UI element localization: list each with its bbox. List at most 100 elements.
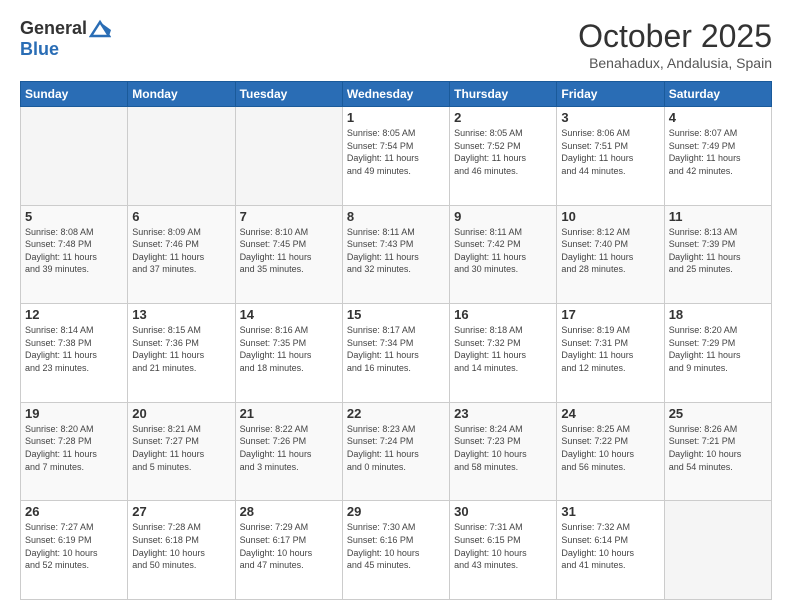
calendar-day-2: 2 Sunrise: 8:05 AM Sunset: 7:52 PM Daylig…	[450, 107, 557, 206]
day-number: 31	[561, 504, 659, 519]
weekday-header-row: SundayMondayTuesdayWednesdayThursdayFrid…	[21, 82, 772, 107]
day-info: Sunrise: 7:31 AM Sunset: 6:15 PM Dayligh…	[454, 521, 552, 571]
calendar-day-25: 25 Sunrise: 8:26 AM Sunset: 7:21 PM Dayli…	[664, 402, 771, 501]
weekday-header-thursday: Thursday	[450, 82, 557, 107]
calendar-day-14: 14Sunrise: 8:16 AM Sunset: 7:35 PM Dayli…	[235, 304, 342, 403]
title-area: October 2025 Benahadux, Andalusia, Spain	[578, 18, 772, 71]
day-number: 4	[669, 110, 767, 125]
day-number: 9	[454, 209, 552, 224]
day-info: Sunrise: 8:08 AM Sunset: 7:48 PM Dayligh…	[25, 226, 123, 276]
calendar-day-5: 5 Sunrise: 8:08 AM Sunset: 7:48 PM Daylig…	[21, 205, 128, 304]
day-info: Sunrise: 8:13 AM Sunset: 7:39 PM Dayligh…	[669, 226, 767, 276]
calendar-table: SundayMondayTuesdayWednesdayThursdayFrid…	[20, 81, 772, 600]
calendar-day-17: 17 Sunrise: 8:19 AM Sunset: 7:31 PM Dayli…	[557, 304, 664, 403]
day-number: 25	[669, 406, 767, 421]
weekday-header-wednesday: Wednesday	[342, 82, 449, 107]
weekday-header-sunday: Sunday	[21, 82, 128, 107]
day-number: 17	[561, 307, 659, 322]
day-number: 2	[454, 110, 552, 125]
day-info: Sunrise: 8:26 AM Sunset: 7:21 PM Dayligh…	[669, 423, 767, 473]
day-info: Sunrise: 8:20 AM Sunset: 7:29 PM Dayligh…	[669, 324, 767, 374]
day-number: 18	[669, 307, 767, 322]
day-info: Sunrise: 8:14 AM Sunset: 7:38 PM Dayligh…	[25, 324, 123, 374]
day-info: Sunrise: 8:06 AM Sunset: 7:51 PM Dayligh…	[561, 127, 659, 177]
day-number: 16	[454, 307, 552, 322]
day-info: Sunrise: 8:05 AM Sunset: 7:52 PM Dayligh…	[454, 127, 552, 177]
calendar-day-23: 23Sunrise: 8:24 AM Sunset: 7:23 PM Dayli…	[450, 402, 557, 501]
day-info: Sunrise: 8:07 AM Sunset: 7:49 PM Dayligh…	[669, 127, 767, 177]
day-number: 7	[240, 209, 338, 224]
day-number: 15	[347, 307, 445, 322]
calendar-day-22: 22Sunrise: 8:23 AM Sunset: 7:24 PM Dayli…	[342, 402, 449, 501]
day-number: 13	[132, 307, 230, 322]
day-info: Sunrise: 8:21 AM Sunset: 7:27 PM Dayligh…	[132, 423, 230, 473]
calendar-week-row: 5 Sunrise: 8:08 AM Sunset: 7:48 PM Daylig…	[21, 205, 772, 304]
day-info: Sunrise: 7:27 AM Sunset: 6:19 PM Dayligh…	[25, 521, 123, 571]
day-info: Sunrise: 8:18 AM Sunset: 7:32 PM Dayligh…	[454, 324, 552, 374]
calendar-day-20: 20 Sunrise: 8:21 AM Sunset: 7:27 PM Dayli…	[128, 402, 235, 501]
calendar-empty	[664, 501, 771, 600]
calendar-day-9: 9Sunrise: 8:11 AM Sunset: 7:42 PM Daylig…	[450, 205, 557, 304]
calendar-day-26: 26 Sunrise: 7:27 AM Sunset: 6:19 PM Dayli…	[21, 501, 128, 600]
day-number: 8	[347, 209, 445, 224]
day-number: 21	[240, 406, 338, 421]
day-info: Sunrise: 8:20 AM Sunset: 7:28 PM Dayligh…	[25, 423, 123, 473]
calendar-day-15: 15 Sunrise: 8:17 AM Sunset: 7:34 PM Dayli…	[342, 304, 449, 403]
calendar-day-24: 24Sunrise: 8:25 AM Sunset: 7:22 PM Dayli…	[557, 402, 664, 501]
calendar-day-30: 30 Sunrise: 7:31 AM Sunset: 6:15 PM Dayli…	[450, 501, 557, 600]
day-number: 11	[669, 209, 767, 224]
calendar-day-27: 27 Sunrise: 7:28 AM Sunset: 6:18 PM Dayli…	[128, 501, 235, 600]
day-info: Sunrise: 8:09 AM Sunset: 7:46 PM Dayligh…	[132, 226, 230, 276]
day-number: 5	[25, 209, 123, 224]
logo-general: General	[20, 19, 87, 39]
calendar-day-12: 12 Sunrise: 8:14 AM Sunset: 7:38 PM Dayli…	[21, 304, 128, 403]
day-info: Sunrise: 8:05 AM Sunset: 7:54 PM Dayligh…	[347, 127, 445, 177]
calendar-day-13: 13 Sunrise: 8:15 AM Sunset: 7:36 PM Dayli…	[128, 304, 235, 403]
calendar-day-6: 6 Sunrise: 8:09 AM Sunset: 7:46 PM Daylig…	[128, 205, 235, 304]
calendar-week-row: 19 Sunrise: 8:20 AM Sunset: 7:28 PM Dayli…	[21, 402, 772, 501]
day-info: Sunrise: 8:17 AM Sunset: 7:34 PM Dayligh…	[347, 324, 445, 374]
day-info: Sunrise: 8:19 AM Sunset: 7:31 PM Dayligh…	[561, 324, 659, 374]
day-number: 30	[454, 504, 552, 519]
day-number: 19	[25, 406, 123, 421]
calendar-day-31: 31 Sunrise: 7:32 AM Sunset: 6:14 PM Dayli…	[557, 501, 664, 600]
day-number: 1	[347, 110, 445, 125]
day-info: Sunrise: 8:22 AM Sunset: 7:26 PM Dayligh…	[240, 423, 338, 473]
calendar-day-18: 18 Sunrise: 8:20 AM Sunset: 7:29 PM Dayli…	[664, 304, 771, 403]
logo-icon	[89, 18, 111, 40]
calendar-day-19: 19 Sunrise: 8:20 AM Sunset: 7:28 PM Dayli…	[21, 402, 128, 501]
day-number: 23	[454, 406, 552, 421]
day-number: 10	[561, 209, 659, 224]
day-info: Sunrise: 8:15 AM Sunset: 7:36 PM Dayligh…	[132, 324, 230, 374]
calendar-day-4: 4 Sunrise: 8:07 AM Sunset: 7:49 PM Daylig…	[664, 107, 771, 206]
day-number: 24	[561, 406, 659, 421]
day-number: 22	[347, 406, 445, 421]
calendar-day-1: 1 Sunrise: 8:05 AM Sunset: 7:54 PM Daylig…	[342, 107, 449, 206]
title-month: October 2025	[578, 18, 772, 55]
day-number: 6	[132, 209, 230, 224]
calendar-day-11: 11 Sunrise: 8:13 AM Sunset: 7:39 PM Dayli…	[664, 205, 771, 304]
day-number: 20	[132, 406, 230, 421]
calendar-day-7: 7 Sunrise: 8:10 AM Sunset: 7:45 PM Daylig…	[235, 205, 342, 304]
day-number: 28	[240, 504, 338, 519]
day-number: 12	[25, 307, 123, 322]
calendar-day-29: 29Sunrise: 7:30 AM Sunset: 6:16 PM Dayli…	[342, 501, 449, 600]
day-info: Sunrise: 8:10 AM Sunset: 7:45 PM Dayligh…	[240, 226, 338, 276]
calendar-week-row: 26 Sunrise: 7:27 AM Sunset: 6:19 PM Dayli…	[21, 501, 772, 600]
day-info: Sunrise: 7:30 AM Sunset: 6:16 PM Dayligh…	[347, 521, 445, 571]
calendar-day-16: 16 Sunrise: 8:18 AM Sunset: 7:32 PM Dayli…	[450, 304, 557, 403]
title-location: Benahadux, Andalusia, Spain	[578, 55, 772, 71]
day-info: Sunrise: 7:32 AM Sunset: 6:14 PM Dayligh…	[561, 521, 659, 571]
day-info: Sunrise: 8:11 AM Sunset: 7:43 PM Dayligh…	[347, 226, 445, 276]
day-number: 27	[132, 504, 230, 519]
weekday-header-tuesday: Tuesday	[235, 82, 342, 107]
calendar-day-28: 28 Sunrise: 7:29 AM Sunset: 6:17 PM Dayli…	[235, 501, 342, 600]
day-number: 26	[25, 504, 123, 519]
page: General Blue October 2025 Benahadux, And…	[0, 0, 792, 612]
logo-blue: Blue	[20, 40, 59, 60]
day-info: Sunrise: 7:29 AM Sunset: 6:17 PM Dayligh…	[240, 521, 338, 571]
day-number: 3	[561, 110, 659, 125]
weekday-header-saturday: Saturday	[664, 82, 771, 107]
calendar-day-21: 21 Sunrise: 8:22 AM Sunset: 7:26 PM Dayli…	[235, 402, 342, 501]
day-info: Sunrise: 7:28 AM Sunset: 6:18 PM Dayligh…	[132, 521, 230, 571]
